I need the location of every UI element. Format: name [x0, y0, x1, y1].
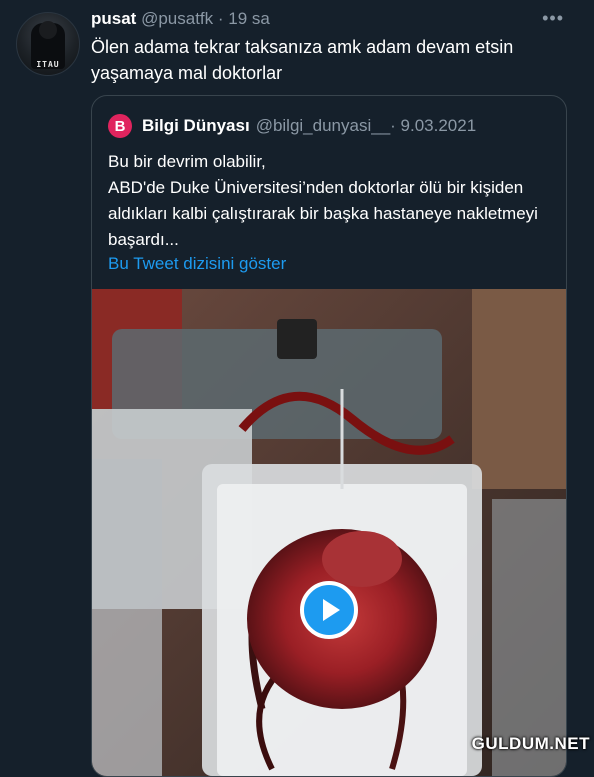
avatar-jersey-text: ITAU	[36, 60, 60, 69]
more-horizontal-icon[interactable]: •••	[542, 8, 564, 29]
avatar-head	[39, 21, 57, 39]
user-avatar[interactable]: ITAU	[16, 12, 80, 76]
user-handle[interactable]: @pusatfk	[141, 9, 213, 28]
video-frame-image	[92, 289, 566, 776]
quoted-tweet-date: · 9.03.2021	[390, 116, 477, 135]
user-name[interactable]: pusat	[91, 9, 136, 28]
quoted-tweet-header: B Bilgi Dünyası @bilgi_dunyasi__ · 9.03.…	[108, 114, 476, 138]
quoted-user-handle: @bilgi_dunyasi__	[255, 116, 391, 135]
tweet-header: pusat @pusatfk · 19 sa	[91, 9, 270, 29]
tweet[interactable]: ITAU pusat @pusatfk · 19 sa ••• Ölen ada…	[0, 0, 594, 777]
quoted-tweet-text: Bu bir devrim olabilir, ABD'de Duke Üniv…	[108, 152, 538, 249]
tweet-text: Ölen adama tekrar taksanıza amk adam dev…	[91, 37, 514, 83]
video-thumbnail[interactable]	[92, 289, 566, 776]
bilgi-dunyasi-logo-icon: B	[108, 114, 132, 138]
quoted-tweet[interactable]: B Bilgi Dünyası @bilgi_dunyasi__ · 9.03.…	[91, 95, 567, 777]
watermark-text: GULDUM.NET	[471, 734, 590, 753]
show-thread-link[interactable]: Bu Tweet dizisini göster	[108, 254, 286, 274]
quoted-user-name: Bilgi Dünyası	[142, 116, 250, 135]
play-icon[interactable]	[300, 581, 358, 639]
tweet-time[interactable]: · 19 sa	[218, 9, 270, 28]
